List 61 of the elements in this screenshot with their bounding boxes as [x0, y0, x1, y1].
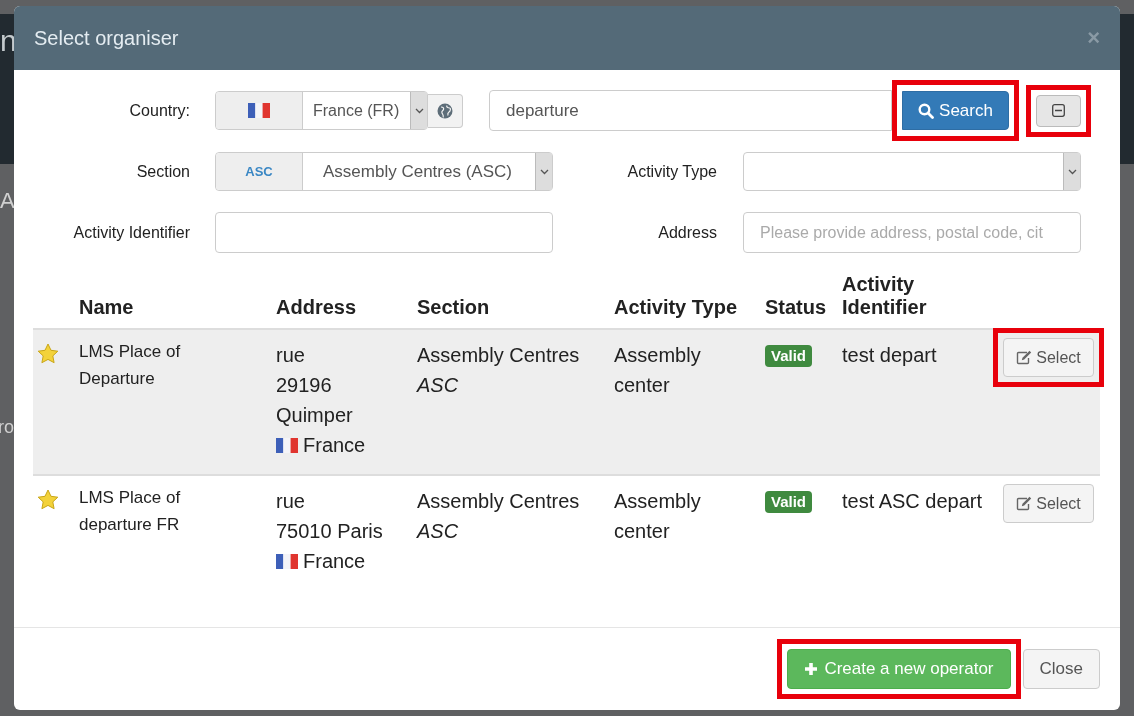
table-cell-text: test depart: [842, 343, 938, 368]
star-icon[interactable]: [37, 343, 59, 364]
table-cell-text: test ASC depart: [842, 489, 984, 514]
field-label: Section: [135, 162, 190, 181]
background-text: ro: [0, 418, 14, 436]
field-label: Address: [657, 223, 717, 242]
close-button[interactable]: Close: [1022, 649, 1100, 689]
edit-icon: [1016, 496, 1033, 511]
chevron-down-icon: [414, 107, 424, 114]
search-button[interactable]: Search: [902, 91, 1009, 130]
address-line: rue: [276, 343, 306, 368]
globe-button[interactable]: [428, 93, 463, 128]
search-icon: [918, 102, 935, 119]
chevron-down-icon: [539, 168, 549, 175]
address-line: 75010 Paris: [276, 519, 384, 544]
field-label: Country:: [128, 101, 190, 120]
country-name: France: [303, 433, 366, 458]
collapse-button[interactable]: [1036, 94, 1081, 127]
flag-icon: [276, 437, 298, 453]
table-row[interactable]: LMS Place of departure FR rue 75010 Paris France Assembly Centres ASC Assembly center Valid test ASC depart Select: [33, 474, 1100, 590]
section-name: Assembly Centres: [417, 343, 581, 368]
select-button[interactable]: Select: [1003, 484, 1094, 523]
section-code: ASC: [417, 519, 460, 544]
address-line: Quimper: [276, 403, 354, 428]
status-badge: Valid: [765, 345, 813, 367]
select-button[interactable]: Select: [1003, 338, 1094, 377]
flag-icon: [248, 103, 270, 118]
star-icon[interactable]: [37, 489, 59, 510]
section-code: ASC: [245, 164, 273, 179]
address-line: 29196: [276, 373, 333, 398]
column-header: Name: [79, 296, 135, 320]
column-header: Address: [276, 296, 358, 320]
country-select[interactable]: France (FR): [215, 91, 428, 130]
field-label: Activity Type: [626, 162, 717, 181]
edit-icon: [1016, 350, 1033, 365]
section-select[interactable]: ASC Assembly Centres (ASC): [215, 152, 553, 191]
table-cell-text: Assembly center: [614, 343, 702, 398]
address-line: rue: [276, 489, 306, 514]
table-cell-text: Assembly center: [614, 489, 702, 544]
field-label: Activity Identifier: [72, 223, 190, 242]
plus-icon: [804, 662, 819, 676]
column-header: Section: [417, 296, 491, 320]
address-field[interactable]: Please provide address, postal code, cit: [743, 212, 1081, 253]
section-name: Assembly Centres: [417, 489, 581, 514]
table-cell-text: LMS Place of departure FR: [79, 487, 182, 536]
globe-icon: [437, 102, 453, 119]
chevron-down-icon: [1067, 168, 1077, 175]
activity-type-select[interactable]: [743, 152, 1081, 191]
table-cell-text: LMS Place of Departure: [79, 341, 182, 390]
background-text: A: [0, 190, 15, 212]
section-code: ASC: [417, 373, 460, 398]
column-header: Activity Identifier: [842, 273, 928, 320]
country-name: France: [303, 549, 366, 574]
flag-icon: [276, 553, 298, 569]
search-field[interactable]: departure: [489, 90, 892, 131]
minus-square-icon: [1052, 104, 1065, 117]
status-badge: Valid: [765, 491, 813, 513]
column-header: Activity Type: [614, 296, 738, 320]
dialog-title: Select organiser: [34, 26, 179, 50]
activity-identifier-field[interactable]: [215, 212, 553, 253]
column-header: Status: [765, 296, 828, 320]
